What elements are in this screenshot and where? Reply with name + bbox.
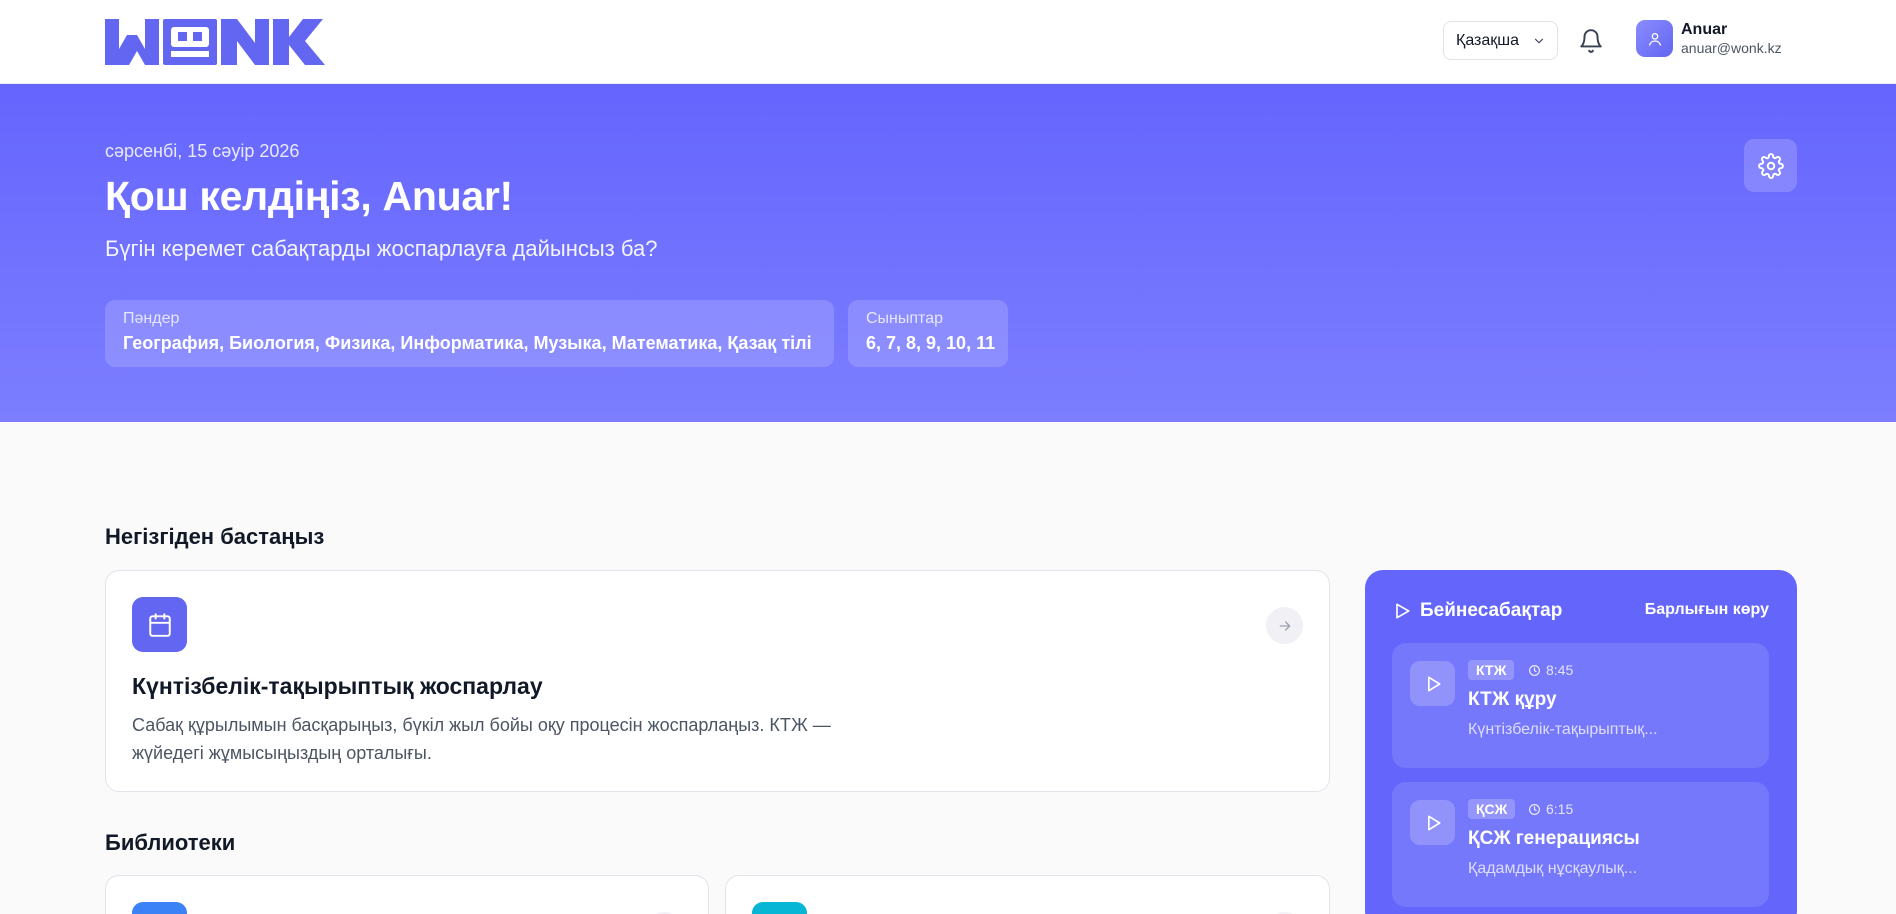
video-panel-header: Бейнесабақтар bbox=[1392, 600, 1562, 622]
video-title: ҚСЖ генерациясы bbox=[1468, 828, 1640, 849]
video-duration: 8:45 bbox=[1528, 662, 1573, 678]
video-badge: ҚСЖ bbox=[1468, 799, 1516, 819]
calendar-icon bbox=[148, 612, 171, 637]
video-description: Қадамдық нұсқаулық... bbox=[1468, 860, 1638, 877]
play-icon bbox=[1427, 676, 1440, 691]
welcome-hero: сәрсенбі, 15 сәуір 2026 Қош келдіңіз, An… bbox=[0, 84, 1896, 422]
video-item-ktzh[interactable]: КТЖ 8:45 КТЖ құру Күнтізбелік-тақырыптық… bbox=[1392, 643, 1769, 768]
video-title: КТЖ құру bbox=[1468, 689, 1557, 710]
subjects-chip: Пәндер География, Биология, Физика, Инфо… bbox=[105, 300, 834, 367]
view-all-link[interactable]: Барлығын көру bbox=[1645, 601, 1769, 619]
library-card-2[interactable] bbox=[725, 875, 1330, 914]
play-icon bbox=[1396, 603, 1410, 619]
current-date: сәрсенбі, 15 сәуір 2026 bbox=[105, 141, 300, 161]
play-button[interactable] bbox=[1410, 800, 1455, 845]
wonk-logo[interactable] bbox=[105, 19, 350, 65]
user-email: anuar@wonk.kz bbox=[1681, 39, 1782, 56]
chevron-down-icon bbox=[1534, 38, 1544, 44]
ktzh-planning-card[interactable]: Күнтізбелік-тақырыптық жоспарлау Сабақ қ… bbox=[105, 570, 1330, 792]
video-item-ksj[interactable]: ҚСЖ 6:15 ҚСЖ генерациясы Қадамдық нұсқау… bbox=[1392, 782, 1769, 907]
video-panel-title: Бейнесабақтар bbox=[1420, 600, 1563, 621]
open-card-button[interactable] bbox=[1266, 607, 1303, 644]
language-select[interactable]: Қазақша bbox=[1443, 21, 1558, 60]
video-lessons-panel: Бейнесабақтар Барлығын көру КТЖ 8:45 КТЖ… bbox=[1365, 570, 1797, 914]
top-navbar: Қазақша Anuar anuar@wonk.kz bbox=[0, 0, 1896, 84]
bell-icon[interactable] bbox=[1578, 28, 1604, 54]
user-menu[interactable]: Anuar anuar@wonk.kz bbox=[1636, 20, 1782, 57]
calendar-tile bbox=[132, 597, 187, 652]
video-duration-text: 6:15 bbox=[1546, 801, 1574, 817]
clock-icon bbox=[1529, 664, 1540, 676]
settings-button[interactable] bbox=[1744, 139, 1797, 192]
video-badge: КТЖ bbox=[1468, 660, 1515, 680]
play-icon bbox=[1427, 815, 1440, 830]
arrow-right-icon bbox=[1279, 620, 1290, 631]
grades-label: Сыныптар bbox=[866, 310, 943, 327]
language-select-value: Қазақша bbox=[1456, 31, 1520, 49]
video-duration-text: 8:45 bbox=[1546, 662, 1574, 678]
library-icon-tile bbox=[132, 902, 187, 914]
card-description: Сабақ құрылымын басқарыңыз, бүкіл жыл бо… bbox=[132, 715, 831, 763]
avatar bbox=[1636, 20, 1673, 57]
grades-chip: Сыныптар 6, 7, 8, 9, 10, 11 bbox=[848, 300, 1008, 367]
video-duration: 6:15 bbox=[1528, 801, 1573, 817]
welcome-subtitle: Бүгін керемет сабақтарды жоспарлауға дай… bbox=[105, 236, 658, 261]
user-icon bbox=[1648, 32, 1661, 46]
subjects-value: География, Биология, Физика, Информатика… bbox=[123, 333, 812, 353]
welcome-title: Қош келдіңіз, Anuar! bbox=[105, 173, 513, 219]
video-description: Күнтізбелік-тақырыптық... bbox=[1468, 721, 1658, 738]
library-icon-tile bbox=[752, 902, 807, 914]
user-name: Anuar bbox=[1681, 21, 1728, 39]
libraries-section-title: Библиотеки bbox=[105, 830, 236, 855]
subjects-label: Пәндер bbox=[123, 310, 180, 327]
library-card-1[interactable] bbox=[105, 875, 709, 914]
clock-icon bbox=[1529, 803, 1540, 815]
start-section-title: Негізгіден бастаңыз bbox=[105, 524, 325, 549]
play-button[interactable] bbox=[1410, 661, 1455, 706]
gear-icon bbox=[1757, 152, 1784, 179]
grades-value: 6, 7, 8, 9, 10, 11 bbox=[866, 333, 996, 353]
card-title: Күнтізбелік-тақырыптық жоспарлау bbox=[132, 673, 543, 699]
